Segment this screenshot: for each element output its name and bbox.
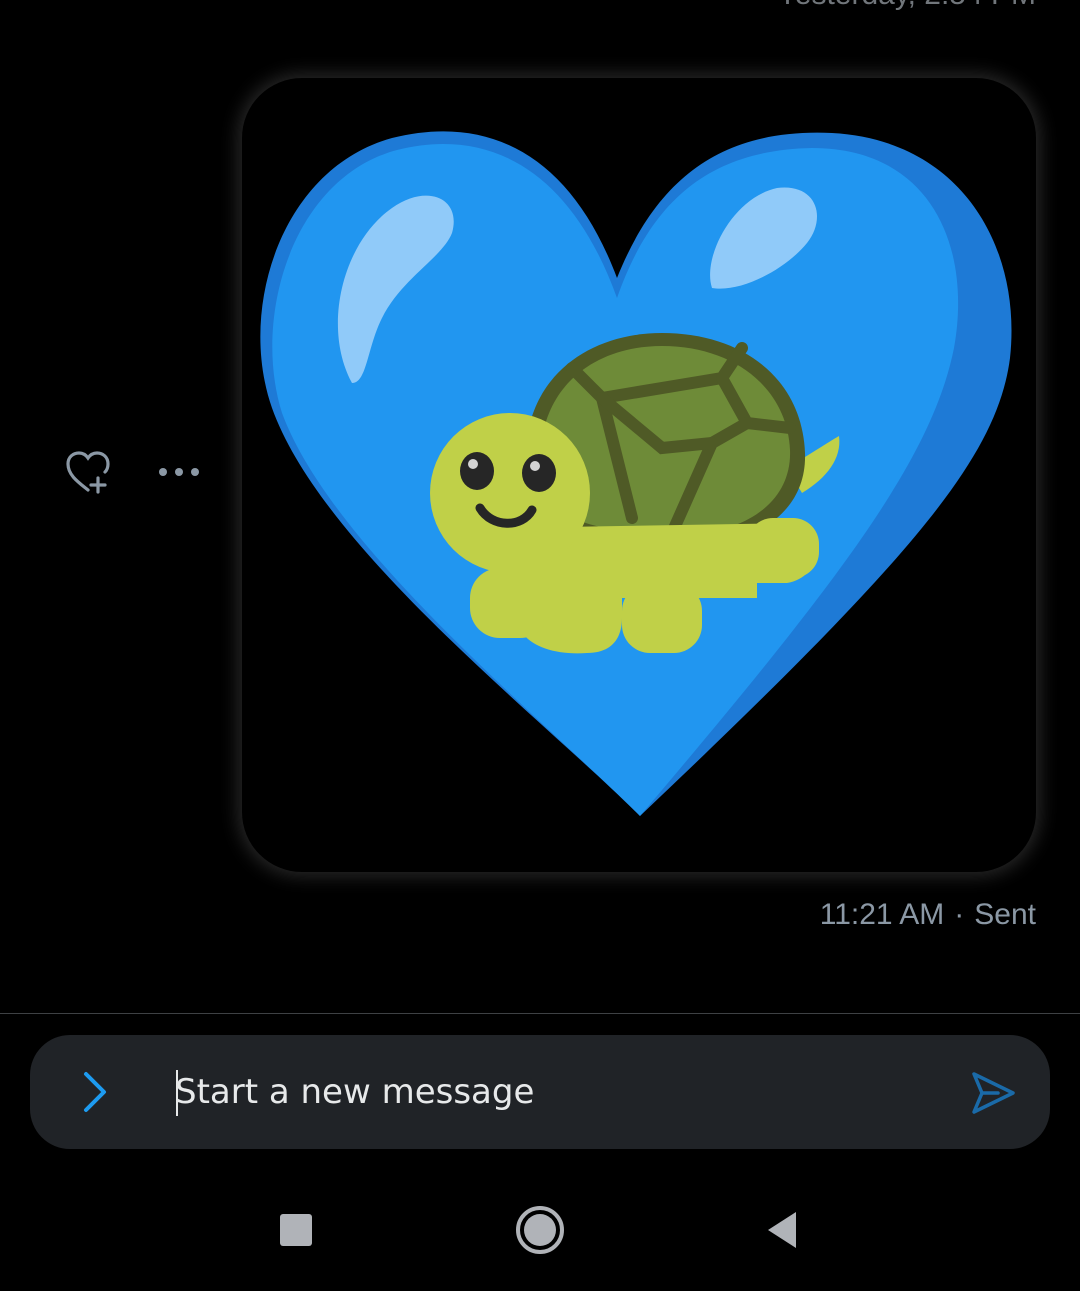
message-input[interactable] [175, 1062, 935, 1122]
circle-icon[interactable] [510, 1200, 570, 1260]
message-composer [30, 1035, 1050, 1149]
composer-divider [0, 1013, 1080, 1014]
message-meta: 11:21 AM · Sent [820, 898, 1036, 932]
message-time: 11:21 AM [819, 898, 945, 931]
system-navigation-bar [0, 1170, 1080, 1291]
triangle-back-icon[interactable] [752, 1200, 812, 1260]
previous-timestamp: Yesterday, 2:54 PM [778, 0, 1037, 12]
message-status: Sent [974, 898, 1036, 931]
more-horizontal-icon[interactable] [158, 466, 200, 478]
message-actions [64, 450, 200, 494]
heart-plus-icon[interactable] [64, 450, 112, 494]
text-caret [176, 1070, 178, 1116]
meta-separator: · [954, 898, 965, 931]
send-icon[interactable] [968, 1068, 1018, 1118]
blue-heart-turtle-sticker [260, 131, 1012, 817]
square-icon[interactable] [266, 1200, 326, 1260]
chevron-right-icon[interactable] [74, 1070, 118, 1114]
message-media-bubble[interactable] [242, 78, 1036, 872]
